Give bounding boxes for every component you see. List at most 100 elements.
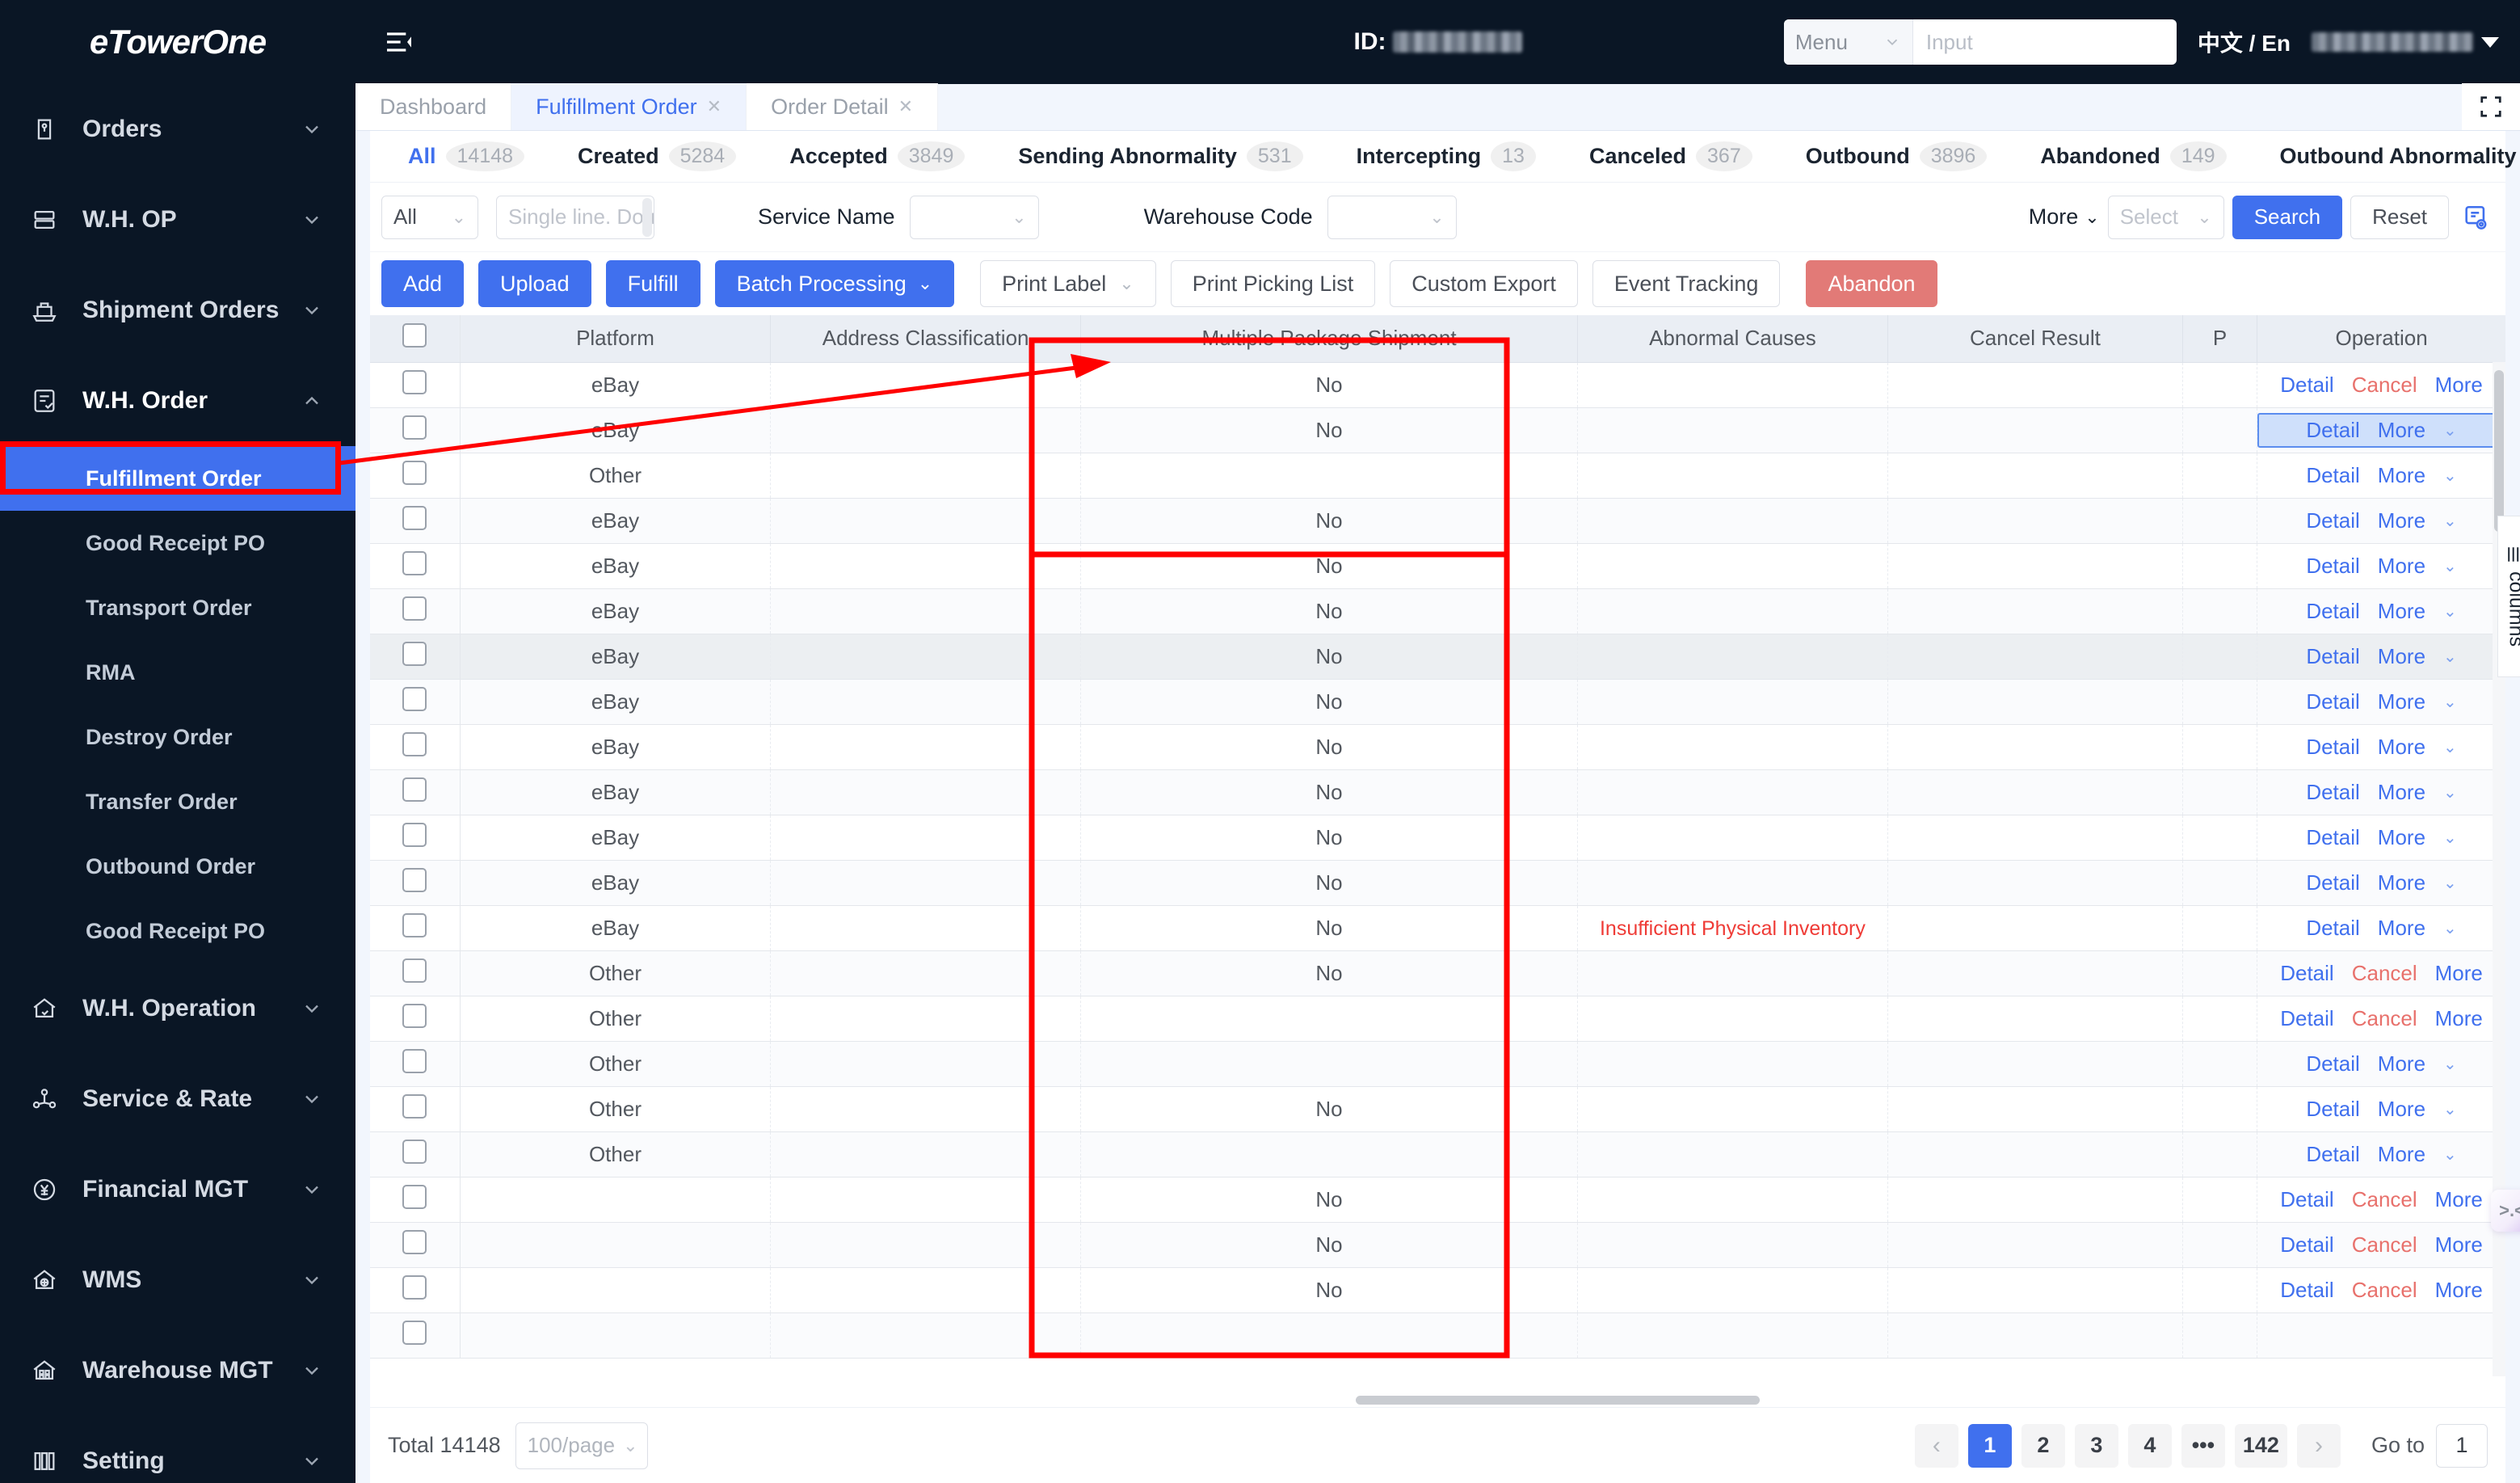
tab-order-detail[interactable]: Order Detail ✕: [747, 83, 939, 130]
operation-detail-link[interactable]: Detail: [2280, 1187, 2333, 1212]
operation-detail-link[interactable]: Detail: [2280, 1006, 2333, 1031]
table-row[interactable]: eBay No Detail More ⌄: [370, 634, 2505, 680]
operation-detail-link[interactable]: Detail: [2306, 1142, 2359, 1167]
chevron-down-icon[interactable]: ⌄: [2443, 1054, 2457, 1074]
table-row[interactable]: Other No Detail Cancel More: [370, 950, 2505, 996]
abandon-button[interactable]: Abandon: [1806, 260, 1937, 307]
status-filter-abandoned[interactable]: Abandoned 149: [2013, 141, 2253, 171]
status-filter-intercepting[interactable]: Intercepting 13: [1330, 141, 1563, 171]
table-vertical-scroll-thumb[interactable]: [2494, 370, 2504, 532]
sidebar-item-transport-order[interactable]: Transport Order: [0, 575, 355, 640]
sidebar-group-service-rate[interactable]: Service & Rate: [0, 1054, 355, 1144]
operation-more-link[interactable]: More: [2378, 418, 2425, 443]
status-filter-created[interactable]: Created 5284: [551, 141, 763, 171]
operation-cancel-link[interactable]: Cancel: [2352, 373, 2417, 398]
chevron-down-icon[interactable]: ⌄: [2443, 918, 2457, 938]
pagination-page-4[interactable]: 4: [2127, 1423, 2172, 1468]
table-horizontal-scroll-thumb[interactable]: [1356, 1396, 1760, 1405]
global-search-input[interactable]: Input: [1913, 19, 2177, 65]
row-checkbox[interactable]: [402, 958, 427, 983]
operation-detail-link[interactable]: Detail: [2306, 554, 2359, 579]
row-checkbox[interactable]: [402, 596, 427, 621]
chevron-down-icon[interactable]: ⌄: [2443, 420, 2457, 440]
user-menu[interactable]: [2312, 32, 2499, 52]
column-header-operation[interactable]: Operation: [2257, 315, 2505, 363]
operation-more-link[interactable]: More: [2378, 463, 2425, 488]
row-checkbox[interactable]: [402, 1003, 427, 1028]
page-size-select[interactable]: 100/page ⌄: [515, 1422, 648, 1469]
sidebar-group-orders[interactable]: Orders: [0, 84, 355, 175]
sidebar-item-good-receipt-po-2[interactable]: Good Receipt PO: [0, 899, 355, 963]
operation-cancel-link[interactable]: Cancel: [2352, 1278, 2417, 1303]
sidebar-item-destroy-order[interactable]: Destroy Order: [0, 705, 355, 769]
operation-cancel-link[interactable]: Cancel: [2352, 1187, 2417, 1212]
operation-more-link[interactable]: More: [2378, 780, 2425, 805]
pagination-next-button[interactable]: ›: [2296, 1423, 2341, 1468]
row-checkbox[interactable]: [402, 460, 427, 485]
row-checkbox[interactable]: [402, 1093, 427, 1119]
event-tracking-button[interactable]: Event Tracking: [1592, 260, 1781, 307]
chevron-down-icon[interactable]: ⌄: [2443, 556, 2457, 576]
chevron-down-icon[interactable]: ⌄: [2443, 737, 2457, 757]
operation-detail-link[interactable]: Detail: [2280, 373, 2333, 398]
service-name-select[interactable]: ⌄: [909, 195, 1039, 239]
language-switch[interactable]: 中文 / En: [2198, 26, 2291, 58]
status-filter-sending-abnormality[interactable]: Sending Abnormality 531: [991, 141, 1329, 171]
operation-detail-link[interactable]: Detail: [2306, 916, 2359, 941]
sidebar-group-financial-mgt[interactable]: Financial MGT: [0, 1144, 355, 1235]
operation-more-link[interactable]: More: [2435, 373, 2483, 398]
row-checkbox[interactable]: [402, 777, 427, 802]
chevron-down-icon[interactable]: ⌄: [2443, 1099, 2457, 1119]
pagination-page-2[interactable]: 2: [2021, 1423, 2065, 1468]
table-row[interactable]: No Detail Cancel More: [370, 1177, 2505, 1223]
chevron-down-icon[interactable]: ⌄: [2443, 647, 2457, 667]
more-filters-toggle[interactable]: More ⌄: [2029, 204, 2100, 230]
row-checkbox[interactable]: [402, 1274, 427, 1300]
operation-cancel-link[interactable]: Cancel: [2352, 961, 2417, 986]
table-row[interactable]: eBay No Detail More ⌄: [370, 769, 2505, 815]
table-row[interactable]: eBay No Detail More ⌄: [370, 588, 2505, 634]
row-checkbox[interactable]: [402, 505, 427, 530]
chevron-down-icon[interactable]: ⌄: [2443, 466, 2457, 486]
operation-detail-link[interactable]: Detail: [2280, 961, 2333, 986]
print-label-button[interactable]: Print Label ⌄: [980, 260, 1156, 307]
textarea-resize-handle[interactable]: [642, 197, 652, 237]
operation-cancel-link[interactable]: Cancel: [2352, 1006, 2417, 1031]
operation-detail-link[interactable]: Detail: [2306, 1097, 2359, 1122]
chevron-down-icon[interactable]: ⌄: [2443, 601, 2457, 621]
sidebar-group-wh-order[interactable]: W.H. Order: [0, 356, 355, 446]
table-row[interactable]: eBay No Detail Cancel More: [370, 362, 2505, 408]
sidebar-item-fulfillment-order[interactable]: Fulfillment Order: [0, 446, 355, 511]
goto-page-input[interactable]: 1: [2436, 1423, 2488, 1468]
ai-assistant-button[interactable]: >.<: [2491, 1190, 2520, 1232]
row-checkbox[interactable]: [402, 641, 427, 666]
tab-fulfillment-order[interactable]: Fulfillment Order ✕: [511, 83, 747, 130]
row-checkbox[interactable]: [402, 369, 427, 394]
pagination-page-last[interactable]: 142: [2234, 1423, 2287, 1468]
search-button[interactable]: Search: [2232, 195, 2343, 239]
row-checkbox[interactable]: [402, 912, 427, 937]
menu-collapse-icon[interactable]: [377, 19, 422, 65]
operation-more-link[interactable]: More: [2378, 870, 2425, 895]
row-checkbox[interactable]: [402, 1229, 427, 1254]
operation-more-link[interactable]: More: [2378, 1051, 2425, 1076]
operation-more-link[interactable]: More: [2378, 735, 2425, 760]
operation-more-link[interactable]: More: [2378, 599, 2425, 624]
logo[interactable]: eTowerOne: [0, 0, 355, 84]
table-row[interactable]: eBay No Detail More ⌄: [370, 543, 2505, 589]
table-row[interactable]: eBay No Detail More ⌄: [370, 724, 2505, 770]
sidebar-group-setting[interactable]: Setting: [0, 1416, 355, 1483]
operation-detail-link[interactable]: Detail: [2306, 780, 2359, 805]
operation-detail-link[interactable]: Detail: [2306, 689, 2359, 714]
column-header-multiple-package-shipment[interactable]: Multiple Package Shipment: [1080, 315, 1578, 363]
columns-settings-tab[interactable]: columns: [2497, 516, 2520, 677]
sidebar-item-outbound-order[interactable]: Outbound Order: [0, 834, 355, 899]
operation-more-link[interactable]: More: [2435, 1232, 2483, 1258]
operation-detail-link[interactable]: Detail: [2306, 644, 2359, 669]
operation-more-link[interactable]: More: [2378, 1142, 2425, 1167]
chevron-down-icon[interactable]: ⌄: [2443, 511, 2457, 531]
close-icon[interactable]: ✕: [707, 96, 722, 117]
operation-detail-link[interactable]: Detail: [2306, 508, 2359, 533]
operation-detail-link[interactable]: Detail: [2280, 1232, 2333, 1258]
row-checkbox[interactable]: [402, 550, 427, 575]
